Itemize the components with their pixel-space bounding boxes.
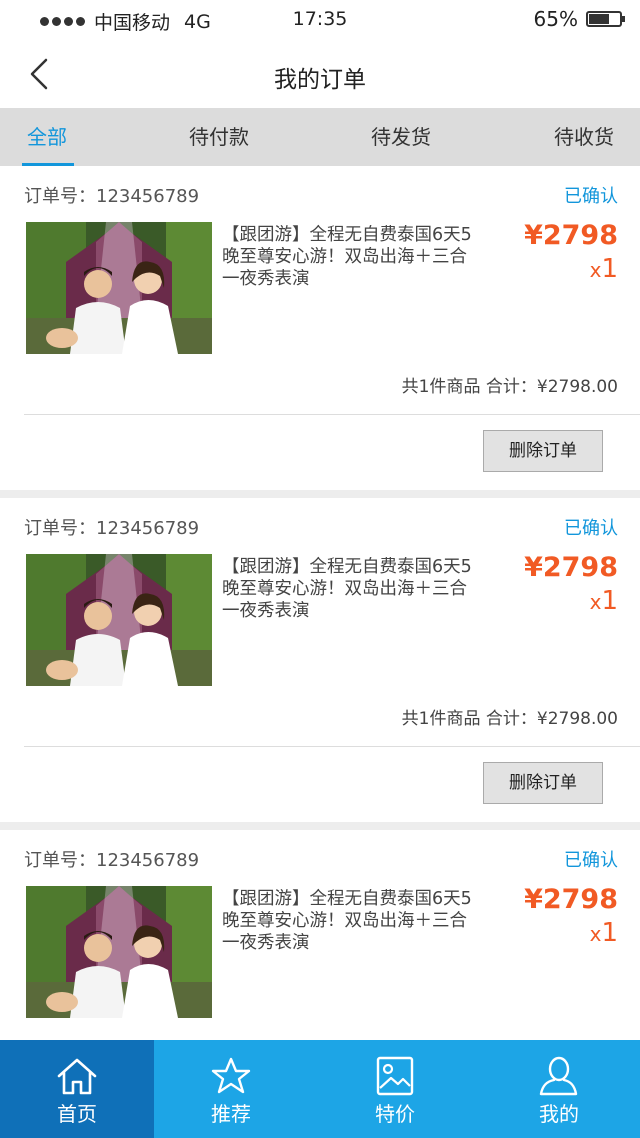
quantity-prefix: x <box>589 258 602 282</box>
order-card: 订单号：123456789 已确认 【跟团游】全程无自费泰国6天5晚至尊安心游！… <box>0 830 640 1050</box>
footer-label: 我的 <box>539 1102 579 1126</box>
quantity-prefix: x <box>589 922 602 946</box>
user-icon <box>539 1056 578 1096</box>
footer-tab-mine[interactable]: 我的 <box>482 1040 636 1138</box>
divider <box>24 414 640 415</box>
navigation-bar: 我的订单 <box>0 40 640 108</box>
order-number: 订单号：123456789 <box>24 186 200 207</box>
product-price: ¥2798 <box>524 220 618 251</box>
footer-tab-specials[interactable]: 特价 <box>318 1040 472 1138</box>
delete-order-button[interactable]: 删除订单 <box>483 762 603 804</box>
tab-pending-receipt[interactable]: 待收货 <box>554 108 614 166</box>
product-quantity: x1 <box>590 254 618 284</box>
product-title[interactable]: 【跟团游】全程无自费泰国6天5晚至尊安心游！双岛出海＋三合一夜秀表演 <box>222 888 480 954</box>
order-card: 订单号：123456789 已确认 【跟团游】全程无自费泰国6天5晚至尊安心游！… <box>0 166 640 490</box>
product-quantity: x1 <box>590 918 618 948</box>
divider <box>24 746 640 747</box>
order-number: 订单号：123456789 <box>24 850 200 871</box>
footer-label: 首页 <box>57 1102 97 1126</box>
order-card: 订单号：123456789 已确认 【跟团游】全程无自费泰国6天5晚至尊安心游！… <box>0 498 640 822</box>
picture-icon <box>376 1056 414 1096</box>
tab-pending-shipment[interactable]: 待发货 <box>371 108 431 166</box>
battery-status: 65% <box>533 7 625 31</box>
product-thumbnail[interactable] <box>26 554 212 686</box>
tab-all[interactable]: 全部 <box>27 108 67 166</box>
bottom-tab-bar: 首页 推荐 特价 我的 <box>0 1040 640 1138</box>
battery-percent: 65% <box>533 7 578 31</box>
footer-label: 推荐 <box>211 1102 251 1126</box>
product-thumbnail[interactable] <box>26 886 212 1018</box>
product-price: ¥2798 <box>524 552 618 583</box>
star-icon <box>211 1057 251 1094</box>
home-icon <box>57 1058 97 1095</box>
status-bar: 中国移动 4G 17:35 65% <box>0 0 640 40</box>
product-price: ¥2798 <box>524 884 618 915</box>
delete-order-button[interactable]: 删除订单 <box>483 430 603 472</box>
order-summary: 共1件商品 合计：¥2798.00 <box>401 377 618 397</box>
product-title[interactable]: 【跟团游】全程无自费泰国6天5晚至尊安心游！双岛出海＋三合一夜秀表演 <box>222 556 480 622</box>
quantity-value: 1 <box>601 586 618 616</box>
order-number: 订单号：123456789 <box>24 518 200 539</box>
product-thumbnail[interactable] <box>26 222 212 354</box>
product-title[interactable]: 【跟团游】全程无自费泰国6天5晚至尊安心游！双岛出海＋三合一夜秀表演 <box>222 224 480 290</box>
quantity-value: 1 <box>601 918 618 948</box>
footer-tab-home[interactable]: 首页 <box>0 1040 154 1138</box>
order-status: 已确认 <box>564 850 618 871</box>
order-status: 已确认 <box>564 186 618 207</box>
footer-label: 特价 <box>375 1102 415 1126</box>
quantity-prefix: x <box>589 590 602 614</box>
product-quantity: x1 <box>590 586 618 616</box>
order-summary: 共1件商品 合计：¥2798.00 <box>401 709 618 729</box>
quantity-value: 1 <box>601 254 618 284</box>
tab-pending-payment[interactable]: 待付款 <box>189 108 249 166</box>
order-tabs: 全部 待付款 待发货 待收货 <box>0 108 640 166</box>
order-status: 已确认 <box>564 518 618 539</box>
page-title: 我的订单 <box>274 67 366 93</box>
battery-icon <box>586 11 625 27</box>
footer-tab-recommend[interactable]: 推荐 <box>154 1040 308 1138</box>
